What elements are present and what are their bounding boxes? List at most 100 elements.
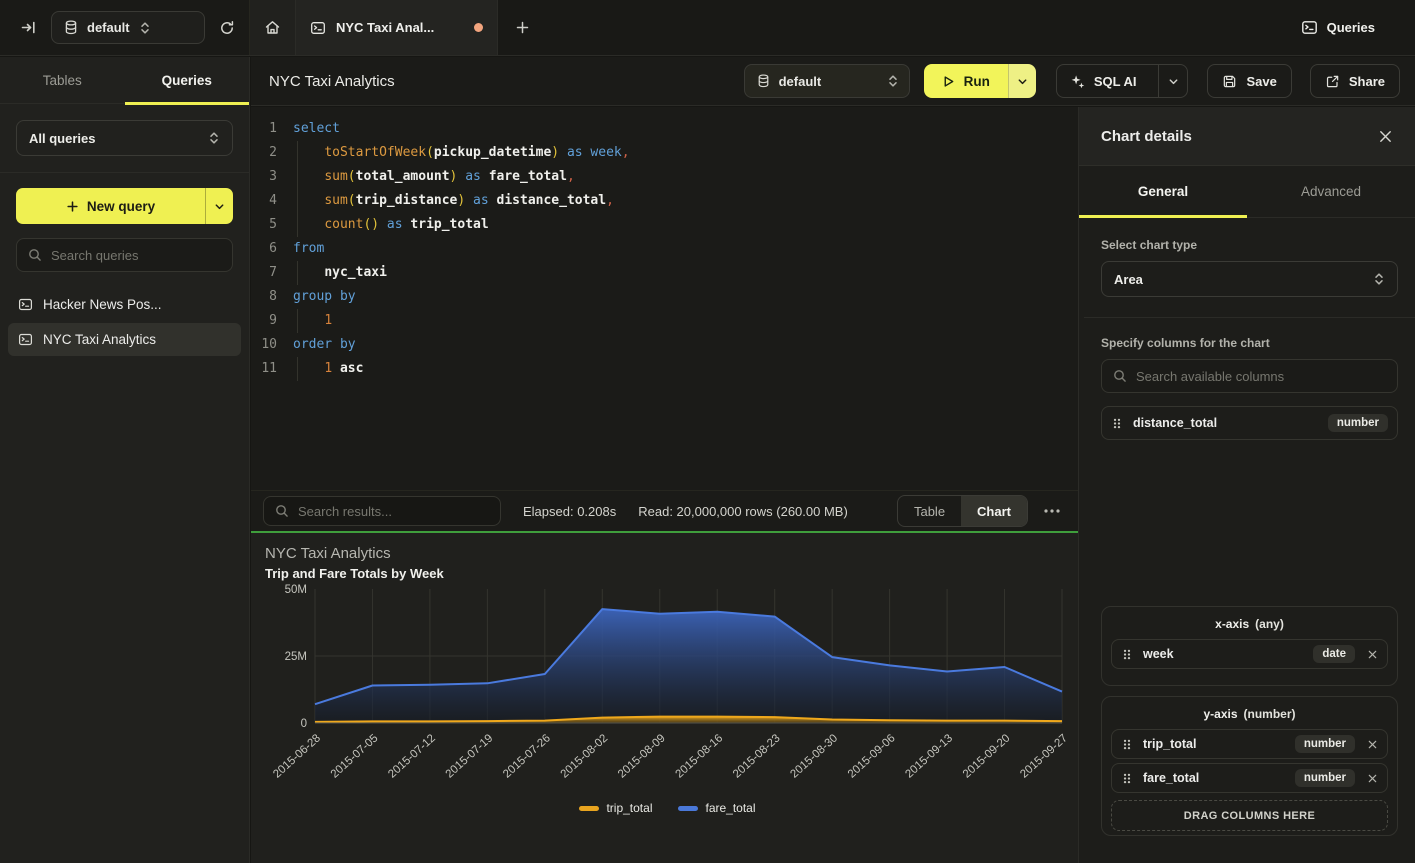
remove-column-icon[interactable] (1367, 773, 1378, 784)
run-options-dropdown[interactable] (1008, 64, 1036, 98)
code-line: 3 sum(total_amount) as fare_total, (251, 165, 1078, 189)
save-button[interactable]: Save (1207, 64, 1291, 98)
details-body: Select chart type Area Specify columns f… (1079, 218, 1415, 440)
sql-ai-label: SQL AI (1094, 74, 1137, 89)
sql-ai-main[interactable]: SQL AI (1057, 65, 1150, 97)
view-toggle-table[interactable]: Table (898, 496, 961, 526)
search-queries-field[interactable] (16, 238, 233, 272)
chart-panel: NYC Taxi Analytics Trip and Fare Totals … (251, 533, 1078, 863)
search-results-field[interactable] (263, 496, 501, 526)
tab-tables[interactable]: Tables (0, 57, 125, 103)
drag-handle-icon[interactable] (1121, 772, 1133, 785)
drag-handle-icon[interactable] (1111, 417, 1123, 430)
column-name: week (1143, 647, 1303, 661)
run-button[interactable]: Run (924, 64, 1036, 98)
new-query-button[interactable]: New query (16, 188, 233, 224)
search-icon (28, 248, 42, 262)
sql-ai-button[interactable]: SQL AI (1056, 64, 1189, 98)
new-query-main[interactable]: New query (16, 188, 205, 224)
collapse-sidebar-icon[interactable] (20, 19, 37, 36)
home-tab[interactable] (250, 0, 296, 55)
y-axis-card: y-axis (number) trip_total number fare_t… (1101, 696, 1398, 836)
code-line: 2 toStartOfWeek(pickup_datetime) as week… (251, 141, 1078, 165)
queries-button[interactable]: Queries (1301, 19, 1375, 36)
line-number: 5 (251, 213, 277, 237)
y-axis-hint: (number) (1244, 707, 1296, 721)
plus-icon (66, 200, 79, 213)
column-name: distance_total (1133, 416, 1318, 430)
legend-item[interactable]: fare_total (678, 801, 755, 815)
code-line: 6from (251, 237, 1078, 261)
drag-handle-icon[interactable] (1121, 648, 1133, 661)
more-options-button[interactable] (1038, 497, 1066, 525)
chevron-updown-icon (1373, 272, 1385, 286)
query-filter-select[interactable]: All queries (16, 120, 233, 156)
column-search-field[interactable] (1101, 359, 1398, 393)
close-icon[interactable] (1378, 129, 1393, 144)
run-button-main[interactable]: Run (924, 64, 1008, 98)
drag-columns-drop-zone[interactable]: DRAG COLUMNS HERE (1111, 800, 1388, 831)
legend-label: fare_total (705, 801, 755, 815)
chart-type-value: Area (1114, 272, 1365, 287)
chevron-updown-icon (887, 74, 899, 88)
divider (1084, 317, 1415, 318)
database-selector-value: default (87, 20, 130, 35)
share-button[interactable]: Share (1310, 64, 1400, 98)
drag-handle-icon[interactable] (1121, 738, 1133, 751)
svg-text:2015-08-30: 2015-08-30 (788, 732, 840, 780)
chevron-updown-icon (208, 131, 220, 145)
run-database-selector[interactable]: default (744, 64, 910, 98)
code-line: 8group by (251, 285, 1078, 309)
sql-ai-dropdown[interactable] (1158, 65, 1187, 97)
column-name: fare_total (1143, 771, 1285, 785)
available-column-row[interactable]: distance_total number (1101, 406, 1398, 440)
line-number: 8 (251, 285, 277, 309)
new-query-dropdown[interactable] (205, 188, 233, 224)
refresh-icon[interactable] (219, 20, 235, 36)
tab-advanced[interactable]: Advanced (1247, 166, 1415, 217)
column-search-input[interactable] (1136, 369, 1386, 384)
run-database-value: default (779, 74, 878, 89)
query-list-item-active[interactable]: NYC Taxi Analytics (8, 323, 241, 356)
code-line: 1select (251, 117, 1078, 141)
x-axis-column-row[interactable]: week date (1111, 639, 1388, 669)
legend-item[interactable]: trip_total (579, 801, 652, 815)
search-queries-input[interactable] (51, 248, 227, 263)
share-button-label: Share (1349, 74, 1385, 89)
details-tabs: General Advanced (1079, 166, 1415, 218)
database-icon (64, 20, 78, 35)
code-line: 11 1 asc (251, 357, 1078, 381)
y-axis-column-row[interactable]: fare_total number (1111, 763, 1388, 793)
chart-type-select[interactable]: Area (1101, 261, 1398, 297)
new-tab-button[interactable] (498, 0, 546, 55)
remove-column-icon[interactable] (1367, 649, 1378, 660)
code-line: 10order by (251, 333, 1078, 357)
legend-swatch (678, 806, 698, 811)
terminal-icon (310, 20, 326, 36)
query-list-item[interactable]: Hacker News Pos... (8, 288, 241, 321)
database-selector[interactable]: default (51, 11, 205, 44)
y-axis-label: y-axis (1203, 707, 1237, 721)
area-chart[interactable]: 025M50M2015-06-282015-07-052015-07-12201… (265, 581, 1070, 809)
sparkle-icon (1070, 74, 1085, 89)
code-line: 5 count() as trip_total (251, 213, 1078, 237)
sql-editor[interactable]: 1select2 toStartOfWeek(pickup_datetime) … (251, 107, 1078, 490)
chart-legend: trip_total fare_total (265, 801, 1070, 815)
columns-label: Specify columns for the chart (1101, 336, 1398, 350)
search-icon (1113, 369, 1127, 383)
share-icon (1325, 74, 1340, 89)
query-list: Hacker News Pos... NYC Taxi Analytics (8, 288, 241, 356)
tab-general[interactable]: General (1079, 166, 1247, 217)
svg-text:2015-08-23: 2015-08-23 (731, 732, 783, 780)
y-axis-column-row[interactable]: trip_total number (1111, 729, 1388, 759)
search-results-input[interactable] (298, 504, 489, 519)
more-horizontal-icon (1044, 509, 1060, 513)
active-query-tab[interactable]: NYC Taxi Anal... (296, 0, 498, 55)
svg-text:0: 0 (301, 718, 307, 730)
search-icon (275, 504, 289, 518)
remove-column-icon[interactable] (1367, 739, 1378, 750)
view-toggle-chart[interactable]: Chart (961, 496, 1027, 526)
tab-queries[interactable]: Queries (125, 57, 250, 103)
x-axis-label: x-axis (1215, 617, 1249, 631)
svg-text:50M: 50M (285, 584, 307, 596)
